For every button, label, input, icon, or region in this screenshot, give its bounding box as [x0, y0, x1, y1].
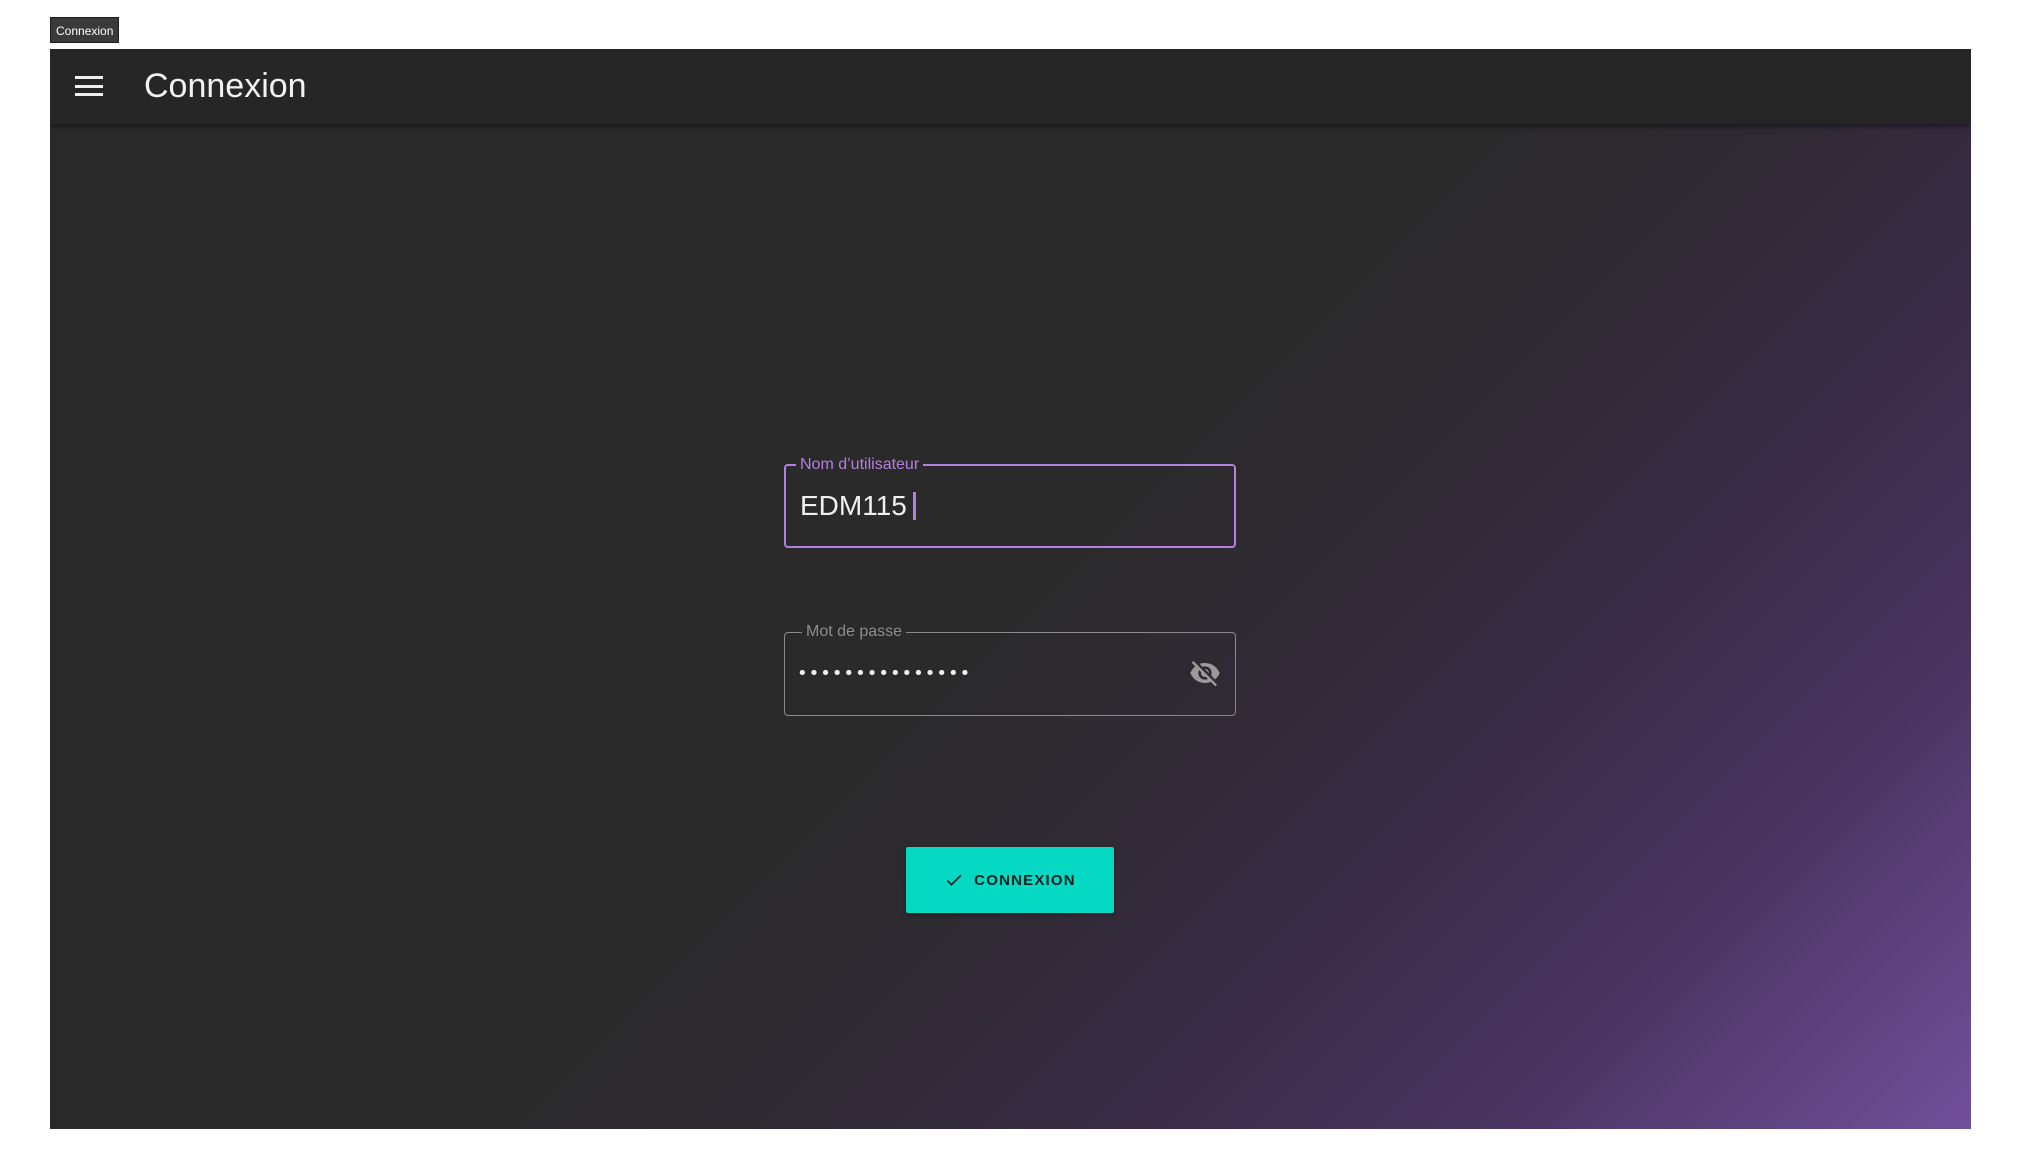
app-window: Connexion Nom d’utilisateur EDM115 Mot d… — [50, 49, 1971, 1129]
menu-button[interactable] — [67, 64, 111, 108]
check-icon — [947, 874, 962, 886]
login-button[interactable]: CONNEXION — [906, 847, 1114, 913]
app-bar: Connexion — [50, 49, 1971, 124]
page-title: Connexion — [144, 67, 307, 105]
toggle-password-visibility-button[interactable] — [1185, 653, 1225, 693]
password-input[interactable]: ••••••••••••••• — [797, 633, 971, 715]
username-field[interactable]: Nom d’utilisateur EDM115 — [784, 455, 1236, 548]
hamburger-menu-icon — [75, 76, 103, 96]
text-caret — [912, 492, 916, 520]
login-button-label: CONNEXION — [974, 871, 1076, 889]
login-form: Nom d’utilisateur EDM115 Mot de passe ••… — [784, 455, 1236, 913]
password-field[interactable]: Mot de passe ••••••••••••••• — [784, 622, 1236, 716]
username-input[interactable]: EDM115 — [800, 466, 916, 546]
eye-off-icon — [1190, 661, 1220, 687]
window-tooltip: Connexion — [50, 17, 120, 43]
username-value: EDM115 — [800, 490, 907, 521]
